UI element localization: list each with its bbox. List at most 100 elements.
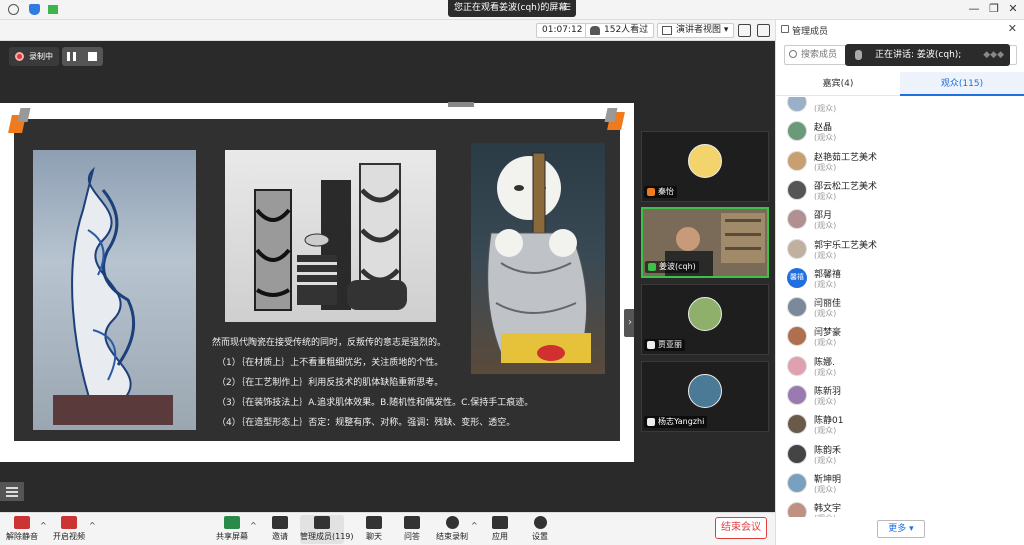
member-list-item[interactable]: 赵艳茹工艺美术 (观众): [776, 147, 1024, 176]
menu-icon[interactable]: ☰: [563, 0, 571, 17]
speaking-text: 正在讲话: 姜波(cqh);: [875, 50, 962, 60]
more-members-button[interactable]: 更多 ▾: [877, 520, 925, 538]
member-list-item[interactable]: 闫梦豪 (观众): [776, 322, 1024, 351]
restore-icon[interactable]: ❐: [987, 2, 1001, 16]
close-icon[interactable]: ✕: [1008, 22, 1017, 35]
panel-title: 管理成员: [792, 27, 829, 37]
toolbar-label: 共享屏幕: [216, 532, 248, 541]
member-role: (观众): [814, 133, 837, 143]
member-list-item[interactable]: 邵云松工艺美术 (观众): [776, 176, 1024, 205]
member-list-item[interactable]: 馨禧 郭馨禧 (观众): [776, 264, 1024, 293]
member-avatar: [787, 121, 807, 142]
shield-icon[interactable]: [29, 4, 40, 15]
video-tile[interactable]: 贾亚丽: [641, 284, 769, 355]
member-list-item[interactable]: (观众): [776, 97, 1024, 117]
recording-label: 录制中: [29, 52, 53, 61]
invite-button[interactable]: 邀请: [258, 515, 302, 544]
stop-record-button[interactable]: 结束录制: [430, 515, 474, 544]
chevron-down-icon: ▾: [723, 25, 729, 35]
chevron-up-icon[interactable]: ^: [250, 522, 258, 530]
member-role: (观众): [814, 397, 837, 406]
toolbar-label: 管理成员(119): [300, 532, 354, 541]
video-tile-label: 姜波(cqh): [645, 261, 699, 273]
member-list-item[interactable]: 陈韵禾 (观众): [776, 440, 1024, 469]
view-mode-select[interactable]: 演讲者视图 ▾: [657, 23, 735, 38]
video-tile[interactable]: 秦怡: [641, 131, 769, 202]
share-screen-button[interactable]: 共享屏幕: [210, 515, 254, 544]
slide-point: （2）｛在工艺制作上｝利用反技术的肌体缺陷重新思考。: [217, 378, 444, 388]
chevron-right-icon: ›: [628, 317, 632, 328]
ceramic-sculpture-photo-blue-white: [33, 150, 196, 430]
slide-point: （1）｛在材质上｝上不看重粗细优劣，关注质地的个性。: [217, 358, 444, 368]
end-meeting-button[interactable]: 结束会议: [715, 517, 767, 539]
participant-name: 秦怡: [658, 187, 674, 196]
view-mode-label: 演讲者视图: [676, 25, 722, 35]
meeting-toolbar: 解除静音 ^ 开启视频 ^ 共享屏幕 ^ 邀请 管理成员(119) 聊天 问答 结束录制 ^ 应用 设置结…: [0, 512, 775, 545]
members-icon: [314, 516, 330, 529]
participant-avatar: [688, 297, 722, 331]
participant-name: 贾亚丽: [658, 340, 682, 349]
settings-icon: [533, 516, 547, 529]
member-role: (观众): [814, 367, 837, 377]
toolbar-label: 设置: [532, 532, 548, 541]
recording-controls: [62, 47, 103, 66]
close-icon[interactable]: ✕: [1006, 2, 1020, 16]
member-role: (观众): [814, 104, 837, 113]
tab-guests[interactable]: 嘉宾(4): [776, 72, 900, 96]
info-icon[interactable]: [8, 4, 19, 15]
members-panel: 管理成员 ✕ 正在讲话: 姜波(cqh); ◆◆◆ 嘉宾(4) 观众(115) …: [775, 20, 1024, 545]
viewers-count[interactable]: 152人看过: [585, 23, 655, 38]
mic-off-icon: [647, 341, 655, 349]
qa-icon: [404, 516, 420, 529]
vases-illustration: [254, 163, 407, 311]
member-avatar: [787, 443, 807, 464]
member-list-item[interactable]: 邵月 (观众): [776, 205, 1024, 234]
video-tile-active-speaker[interactable]: 姜波(cqh): [641, 207, 769, 278]
presentation-slide: 然而现代陶瓷在接受传统的同时，反叛传的意志是强烈的。 （1）｛在材质上｝上不看重…: [14, 119, 620, 441]
apps-button[interactable]: 应用: [478, 515, 522, 544]
member-list-item[interactable]: 韩文宇(观众): [776, 498, 1024, 517]
video-tile-label: 贾亚丽: [644, 339, 685, 351]
member-list-item[interactable]: 靳坤明 (观众): [776, 469, 1024, 498]
mic-muted-button[interactable]: 解除静音: [0, 515, 44, 544]
sidebar-toggle-icon[interactable]: [757, 24, 770, 37]
member-avatar: 馨禧: [787, 267, 807, 288]
video-tile[interactable]: 杨志Yangzhi: [641, 361, 769, 432]
participant-name: 姜波(cqh): [659, 262, 696, 271]
sharing-banner-text: 您正在观看姜波(cqh)的屏幕: [454, 3, 568, 13]
qa-button[interactable]: 问答: [390, 515, 434, 544]
chevron-up-icon[interactable]: ^: [89, 522, 97, 530]
toolbar-label: 邀请: [272, 532, 288, 541]
participant-avatar: [688, 374, 722, 408]
member-avatar: [787, 326, 807, 347]
member-avatar: [787, 297, 807, 318]
member-list-item[interactable]: 陈娜. (观众): [776, 352, 1024, 381]
slide-list-button[interactable]: [0, 482, 24, 501]
member-list-item[interactable]: 郭宇乐工艺美术 (观众): [776, 235, 1024, 264]
member-list-item[interactable]: 陈新羽 (观众): [776, 381, 1024, 410]
participant-avatar: [688, 144, 722, 178]
member-role: (观众): [814, 455, 837, 465]
list-icon: [6, 491, 18, 493]
toolbar-label: 结束录制: [436, 532, 468, 541]
stop-recording-button[interactable]: [88, 52, 97, 61]
mic-on-icon: [648, 263, 656, 271]
member-list-item[interactable]: 闫丽佳 (观众): [776, 293, 1024, 322]
viewers-count-text: 152人看过: [604, 25, 649, 35]
minimize-icon[interactable]: —: [967, 2, 981, 16]
speaking-indicator: 正在讲话: 姜波(cqh); ◆◆◆: [845, 44, 1010, 66]
members-button[interactable]: 管理成员(119): [300, 515, 354, 544]
member-avatar: [787, 355, 807, 376]
member-list-item[interactable]: 赵晶 (观众): [776, 117, 1024, 146]
member-avatar: [787, 150, 807, 171]
settings-button[interactable]: 设置: [518, 515, 562, 544]
member-avatar: [787, 238, 807, 259]
member-list-item[interactable]: 陈静01 (观众): [776, 410, 1024, 439]
video-off-button[interactable]: 开启视频: [47, 515, 91, 544]
pause-recording-button[interactable]: [67, 52, 76, 61]
stop-record-icon: [445, 516, 459, 529]
fullscreen-icon[interactable]: [738, 24, 751, 37]
tab-audience[interactable]: 观众(115): [900, 72, 1024, 96]
slide-lead-text: 然而现代陶瓷在接受传统的同时，反叛传的意志是强烈的。: [212, 338, 447, 348]
sharing-banner[interactable]: 您正在观看姜波(cqh)的屏幕 ☰: [448, 0, 576, 17]
